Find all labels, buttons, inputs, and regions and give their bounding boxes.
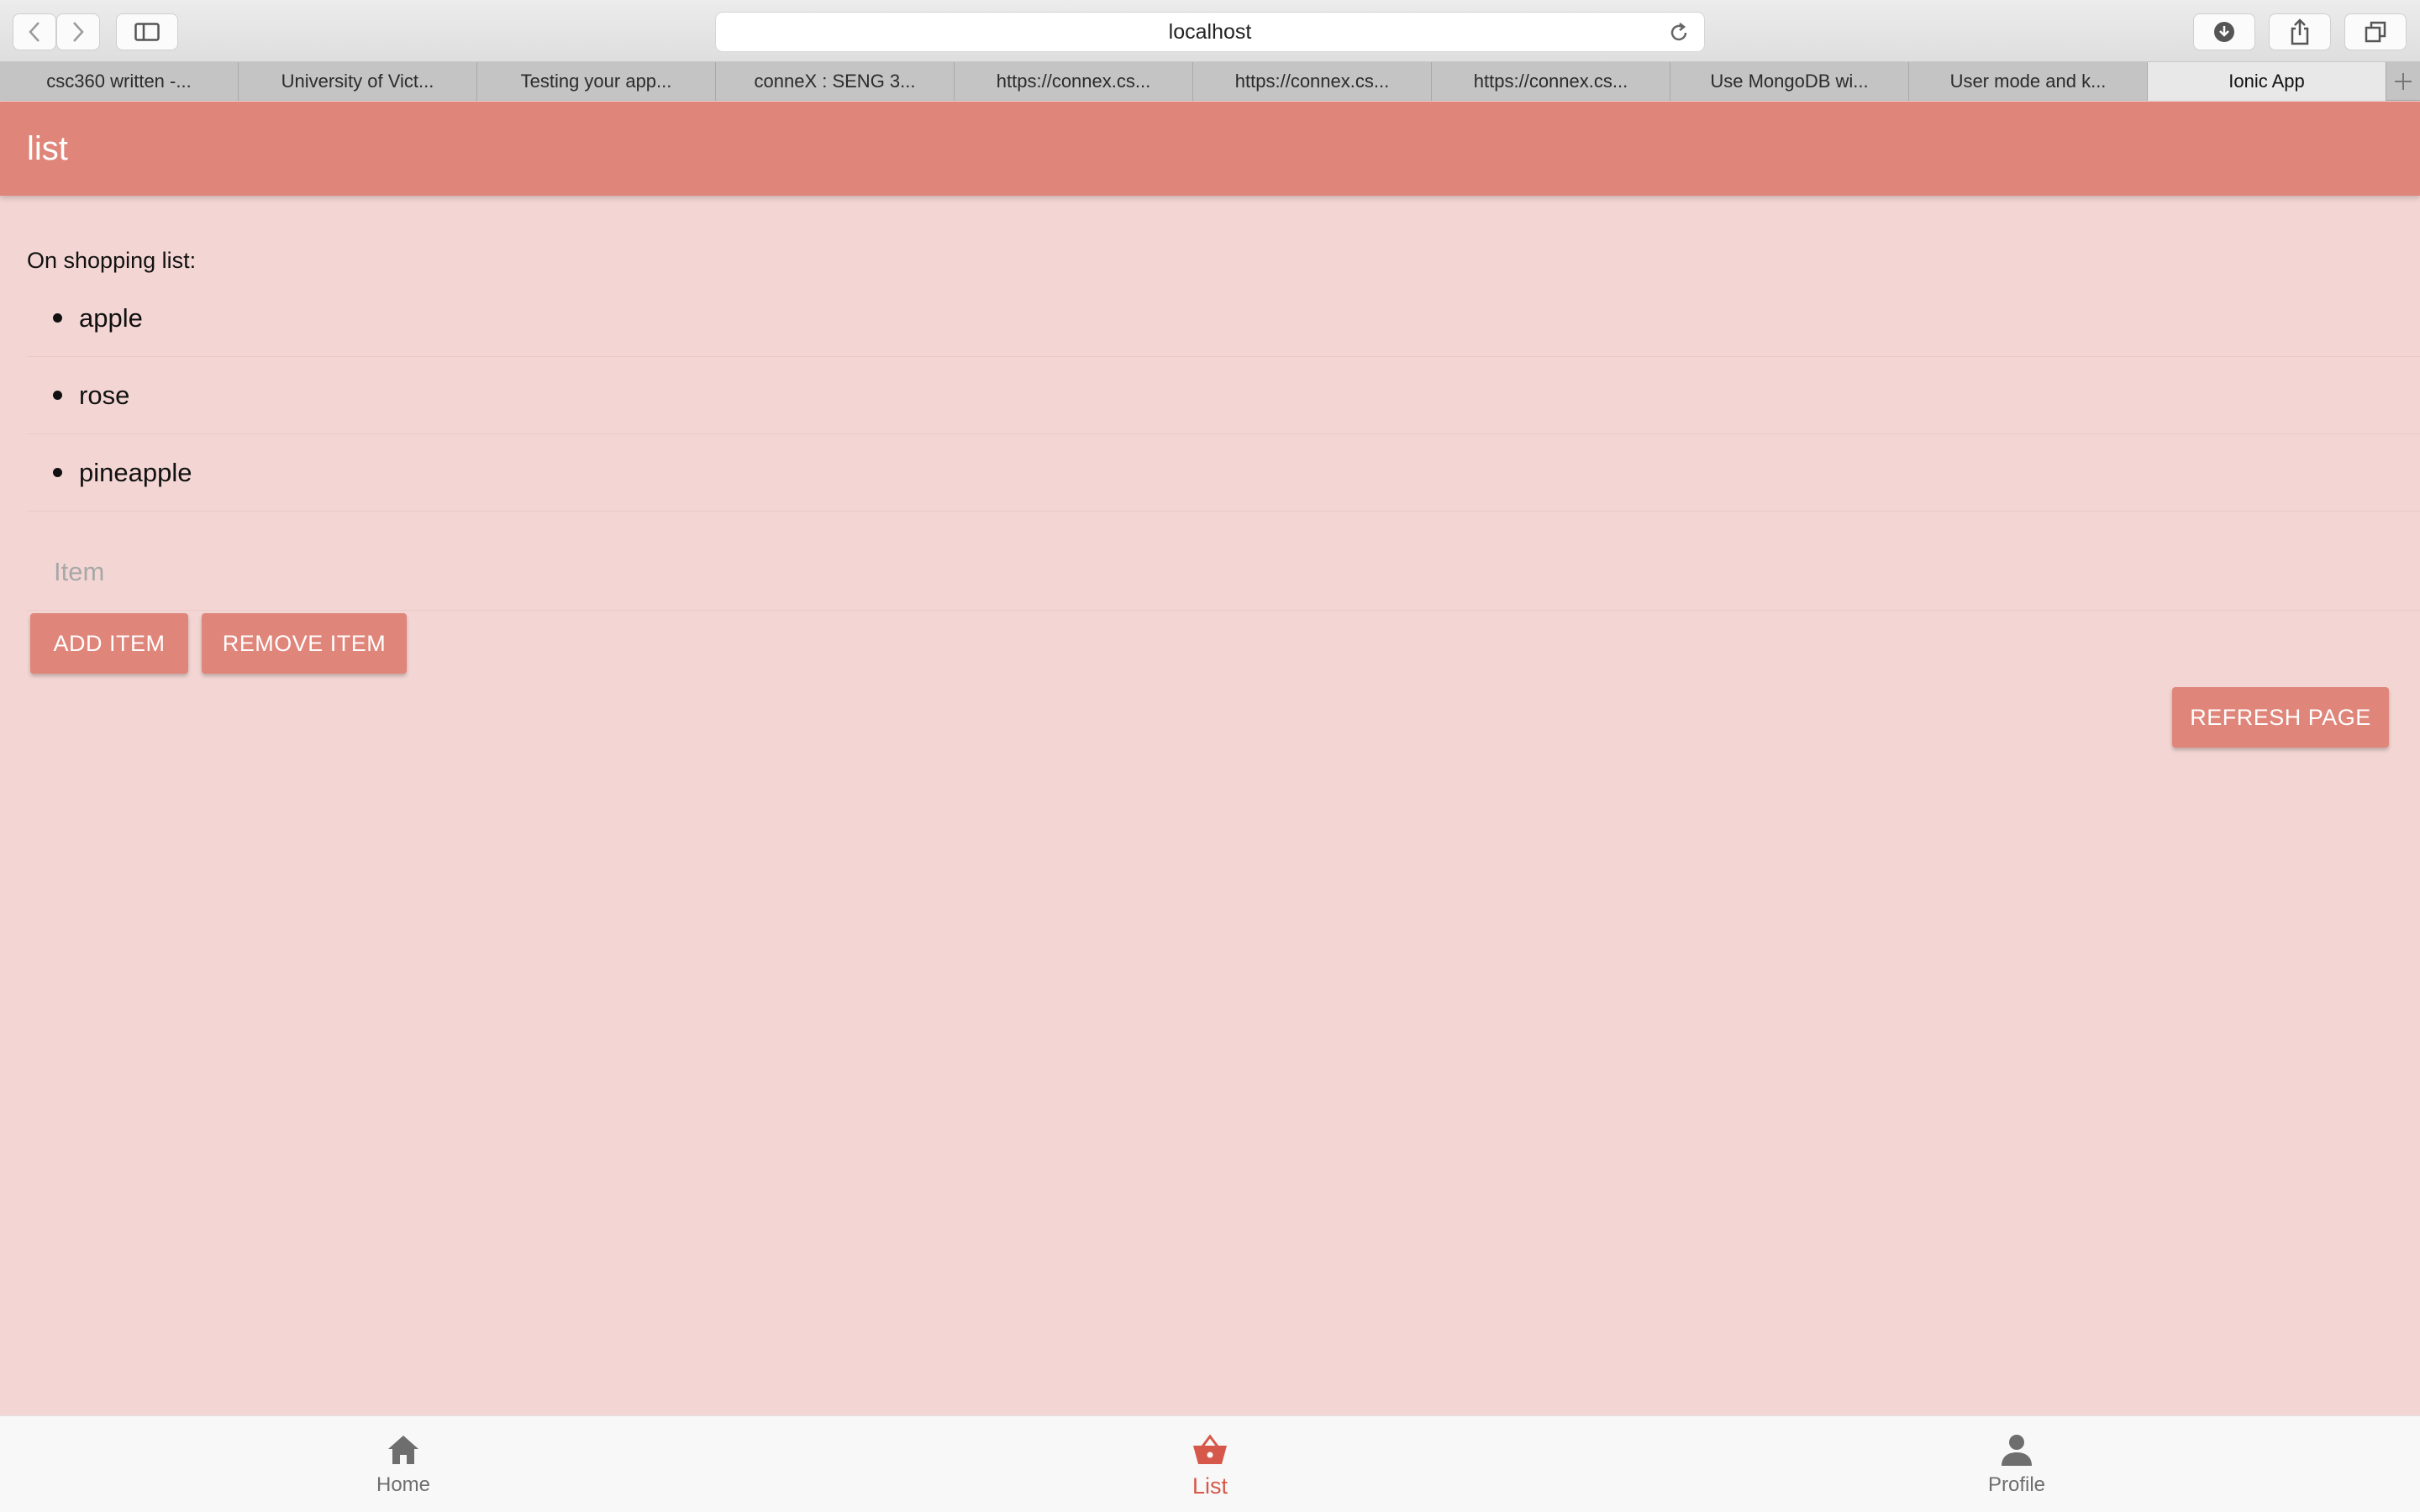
- bullet-icon: [53, 391, 62, 400]
- browser-tab[interactable]: conneX : SENG 3...: [716, 62, 955, 101]
- item-input[interactable]: [27, 533, 2420, 611]
- browser-tab[interactable]: csc360 written -...: [0, 62, 239, 101]
- tab-label: Home: [376, 1473, 431, 1496]
- browser-tab-strip: csc360 written -... University of Vict..…: [0, 62, 2420, 101]
- chevron-left-icon: [29, 22, 39, 42]
- list-item-label: pineapple: [79, 458, 192, 487]
- bottom-tab-bar: Home List Profile: [0, 1415, 2420, 1512]
- add-item-button[interactable]: ADD ITEM: [30, 613, 188, 674]
- tab-label: Profile: [1987, 1473, 2046, 1496]
- tab-home[interactable]: Home: [319, 1416, 487, 1512]
- browser-tab[interactable]: https://connex.cs...: [1193, 62, 1432, 101]
- browser-tab[interactable]: University of Vict...: [239, 62, 477, 101]
- bullet-icon: [53, 313, 62, 323]
- address-bar[interactable]: localhost: [715, 12, 1705, 52]
- refresh-page-button[interactable]: REFRESH PAGE: [2172, 687, 2389, 748]
- list-heading: On shopping list:: [27, 248, 197, 273]
- share-button[interactable]: [2269, 13, 2331, 50]
- person-icon: [2002, 1435, 2032, 1466]
- list-item: pineapple: [27, 434, 2420, 512]
- page-title: list: [27, 129, 68, 167]
- basket-icon: [1193, 1434, 1227, 1464]
- downloads-button[interactable]: [2193, 13, 2255, 50]
- browser-toolbar: localhost: [0, 0, 2420, 62]
- list-item: rose: [27, 357, 2420, 434]
- main-content: On shopping list: apple rose pineapple A…: [0, 196, 2420, 1415]
- browser-tab-active[interactable]: Ionic App: [2148, 62, 2386, 101]
- tab-label: List: [1192, 1473, 1228, 1499]
- app-header: list: [0, 102, 2420, 196]
- share-icon: [2291, 18, 2309, 45]
- sidebar-toggle-button[interactable]: [116, 13, 178, 50]
- bullet-icon: [53, 468, 62, 477]
- chevron-right-icon: [73, 22, 84, 42]
- back-button[interactable]: [13, 13, 56, 50]
- list-item-label: rose: [79, 381, 130, 410]
- list-item: apple: [27, 280, 2420, 357]
- home-icon: [388, 1436, 418, 1464]
- tab-list[interactable]: List: [1126, 1416, 1294, 1512]
- browser-tab[interactable]: https://connex.cs...: [955, 62, 1193, 101]
- tabs-icon: [2365, 21, 2386, 43]
- tab-overview-button[interactable]: [2344, 13, 2407, 50]
- list-item-label: apple: [79, 303, 143, 333]
- sidebar-icon: [134, 23, 160, 41]
- browser-tab[interactable]: Testing your app...: [477, 62, 716, 101]
- reload-icon[interactable]: [1667, 21, 1691, 45]
- remove-item-button[interactable]: REMOVE ITEM: [202, 613, 407, 674]
- new-tab-button[interactable]: [2386, 62, 2420, 100]
- tab-profile[interactable]: Profile: [1933, 1416, 2101, 1512]
- forward-button[interactable]: [56, 13, 100, 50]
- plus-icon: [2395, 72, 2412, 90]
- download-icon: [2214, 22, 2234, 42]
- browser-tab[interactable]: https://connex.cs...: [1432, 62, 1670, 101]
- url-text: localhost: [1168, 19, 1252, 44]
- browser-tab[interactable]: Use MongoDB wi...: [1670, 62, 1909, 101]
- browser-tab[interactable]: User mode and k...: [1909, 62, 2148, 101]
